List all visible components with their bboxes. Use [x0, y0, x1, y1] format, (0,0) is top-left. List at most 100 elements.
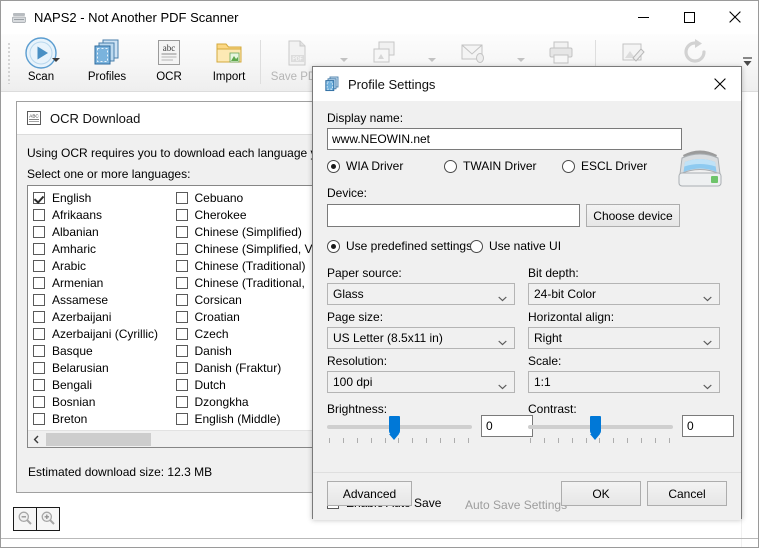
language-checkbox[interactable]: [33, 208, 45, 221]
toolbar-ocr-button[interactable]: abc OCR: [141, 36, 197, 83]
email-dropdown-caret[interactable]: [517, 58, 525, 62]
language-checkbox[interactable]: [175, 293, 188, 306]
contrast-slider-thumb[interactable]: [590, 416, 601, 440]
language-item[interactable]: Bengali: [28, 376, 171, 393]
toolbar-scan-button[interactable]: Scan: [13, 36, 69, 83]
language-checkbox[interactable]: [33, 293, 45, 306]
language-checkbox[interactable]: [33, 276, 45, 289]
language-checkbox[interactable]: [33, 310, 45, 323]
main-vertical-scrollbar[interactable]: [741, 92, 758, 547]
advanced-button[interactable]: Advanced: [327, 481, 412, 506]
save-pdf-dropdown-caret[interactable]: [340, 58, 348, 62]
scan-dropdown-caret[interactable]: [52, 58, 60, 62]
brightness-slider-thumb[interactable]: [389, 416, 400, 440]
language-item[interactable]: Chinese (Traditional): [171, 257, 314, 274]
save-images-dropdown-caret[interactable]: [428, 58, 436, 62]
language-item[interactable]: Chinese (Simplified): [171, 223, 314, 240]
language-item[interactable]: Basque: [28, 342, 171, 359]
language-checkbox[interactable]: [175, 191, 188, 204]
radio-escl[interactable]: [562, 159, 575, 173]
paper-source-combo[interactable]: Glass: [327, 283, 515, 305]
language-checkbox[interactable]: [175, 412, 188, 425]
language-checkbox[interactable]: [33, 344, 45, 357]
radio-twain[interactable]: [444, 159, 457, 173]
toolbar-profiles-button[interactable]: Profiles: [79, 36, 135, 83]
choose-device-button[interactable]: Choose device: [586, 204, 680, 227]
language-item[interactable]: Belarusian: [28, 359, 171, 376]
language-item[interactable]: Cherokee: [171, 206, 314, 223]
language-checkbox[interactable]: [175, 208, 188, 221]
language-item[interactable]: Azerbaijani: [28, 308, 171, 325]
contrast-value-input[interactable]: 0: [682, 415, 734, 437]
language-checkbox[interactable]: [175, 225, 188, 238]
toolbar-import-button[interactable]: Import: [201, 36, 257, 83]
language-checkbox[interactable]: [33, 225, 45, 238]
language-list[interactable]: English Afrikaans Albanian Amharic Arabic Arm…: [27, 185, 314, 448]
language-item[interactable]: Breton: [28, 410, 171, 427]
display-name-input[interactable]: www.NEOWIN.net: [327, 128, 682, 150]
language-item[interactable]: Afrikaans: [28, 206, 171, 223]
page-size-combo[interactable]: US Letter (8.5x11 in): [327, 327, 515, 349]
language-item[interactable]: Chinese (Simplified, V: [171, 240, 314, 257]
language-checkbox[interactable]: [175, 378, 188, 391]
scrollbar-thumb[interactable]: [46, 432, 151, 446]
language-item[interactable]: Azerbaijani (Cyrillic): [28, 325, 171, 342]
language-item[interactable]: Bosnian: [28, 393, 171, 410]
language-item[interactable]: English: [28, 189, 171, 206]
mode-option-predefined[interactable]: Use predefined settings: [327, 239, 472, 253]
language-item[interactable]: Danish: [171, 342, 314, 359]
driver-option-twain[interactable]: TWAIN Driver: [444, 159, 537, 173]
language-checkbox[interactable]: [33, 242, 45, 255]
language-item[interactable]: English (Middle): [171, 410, 314, 427]
language-checkbox[interactable]: [33, 191, 45, 204]
minimize-button[interactable]: [620, 1, 666, 33]
scale-combo[interactable]: 1:1: [528, 371, 720, 393]
language-checkbox[interactable]: [33, 327, 45, 340]
language-item[interactable]: Dutch: [171, 376, 314, 393]
horizontal-align-combo[interactable]: Right: [528, 327, 720, 349]
radio-predefined[interactable]: [327, 239, 340, 253]
language-item[interactable]: Arabic: [28, 257, 171, 274]
chevron-left-icon[interactable]: [28, 431, 45, 447]
device-input[interactable]: [327, 204, 580, 227]
maximize-button[interactable]: [666, 1, 712, 33]
bit-depth-combo[interactable]: 24-bit Color: [528, 283, 720, 305]
language-checkbox[interactable]: [175, 361, 188, 374]
close-button[interactable]: [712, 1, 758, 33]
zoom-out-button[interactable]: [14, 508, 36, 530]
language-item[interactable]: Armenian: [28, 274, 171, 291]
language-item[interactable]: Corsican: [171, 291, 314, 308]
zoom-in-button[interactable]: [37, 508, 59, 530]
brightness-value-input[interactable]: 0: [481, 415, 533, 437]
dialog-close-button[interactable]: [699, 68, 741, 101]
driver-option-wia[interactable]: WIA Driver: [327, 159, 403, 173]
language-item[interactable]: Albanian: [28, 223, 171, 240]
language-item[interactable]: Amharic: [28, 240, 171, 257]
language-checkbox[interactable]: [175, 344, 188, 357]
language-item[interactable]: Danish (Fraktur): [171, 359, 314, 376]
language-checkbox[interactable]: [33, 259, 45, 272]
language-checkbox[interactable]: [175, 310, 188, 323]
driver-option-escl[interactable]: ESCL Driver: [562, 159, 647, 173]
language-checkbox[interactable]: [33, 361, 45, 374]
radio-wia[interactable]: [327, 159, 340, 173]
language-item[interactable]: Croatian: [171, 308, 314, 325]
language-list-horizontal-scrollbar[interactable]: [28, 430, 313, 447]
language-item[interactable]: Czech: [171, 325, 314, 342]
language-checkbox[interactable]: [175, 327, 188, 340]
ok-button[interactable]: OK: [561, 481, 641, 506]
auto-save-settings-link[interactable]: Auto Save Settings: [465, 498, 567, 512]
mode-option-native[interactable]: Use native UI: [470, 239, 561, 253]
language-checkbox[interactable]: [175, 259, 188, 272]
toolbar-overflow-button[interactable]: [740, 54, 754, 72]
language-checkbox[interactable]: [175, 242, 188, 255]
language-checkbox[interactable]: [175, 395, 188, 408]
language-item[interactable]: Chinese (Traditional,: [171, 274, 314, 291]
radio-native[interactable]: [470, 239, 483, 253]
language-item[interactable]: Cebuano: [171, 189, 314, 206]
language-checkbox[interactable]: [33, 412, 45, 425]
language-checkbox[interactable]: [33, 395, 45, 408]
language-checkbox[interactable]: [175, 276, 188, 289]
language-item[interactable]: Assamese: [28, 291, 171, 308]
resolution-combo[interactable]: 100 dpi: [327, 371, 515, 393]
